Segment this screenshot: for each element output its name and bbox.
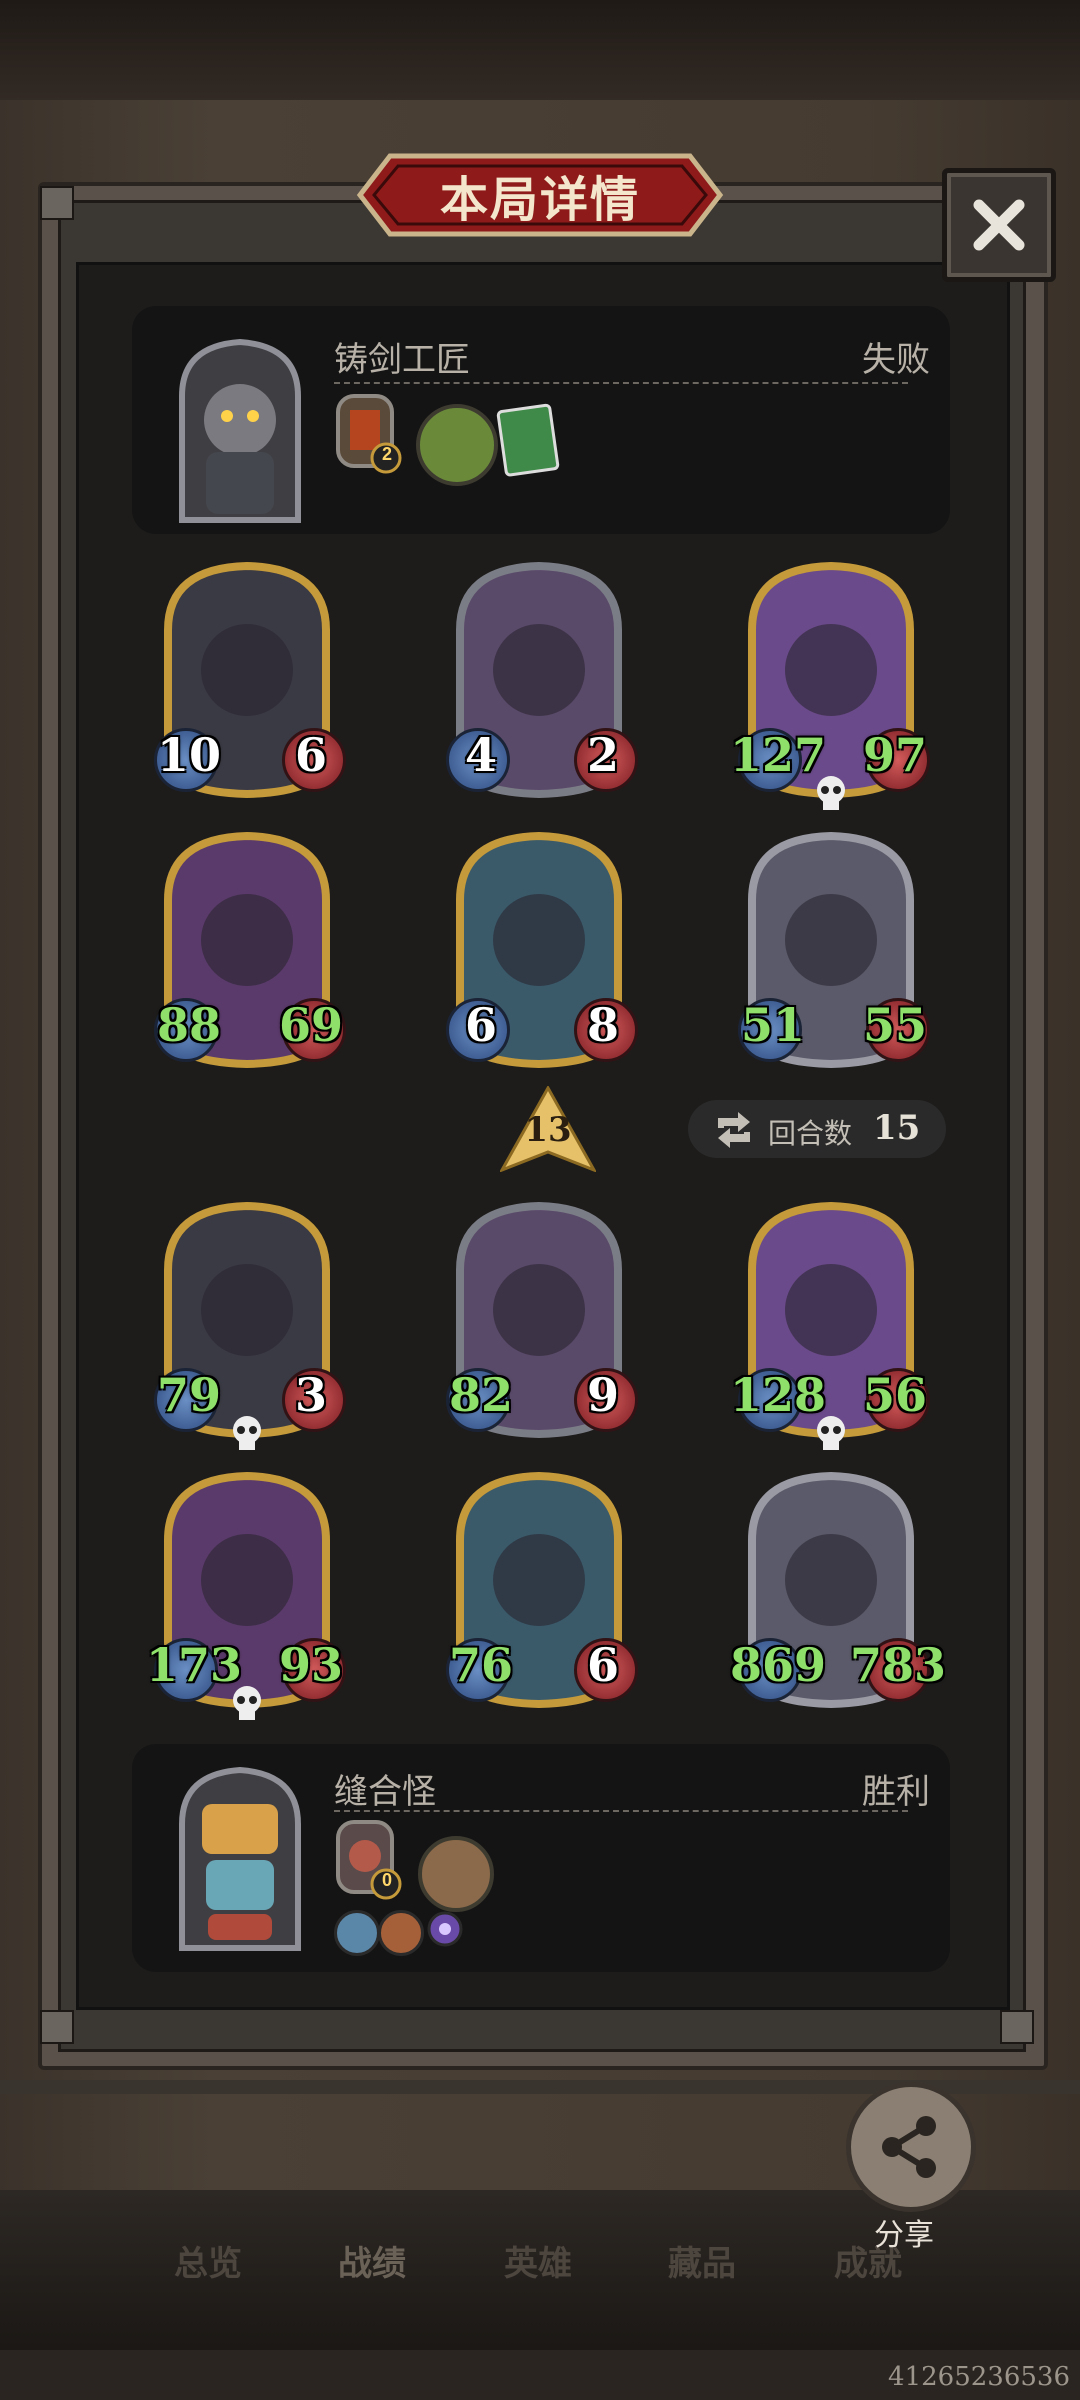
skull-icon — [811, 1414, 851, 1454]
close-button[interactable] — [942, 168, 1056, 282]
page-title: 本局详情 — [439, 174, 640, 227]
health-value: 55 — [862, 998, 927, 1052]
health-value: 6 — [294, 728, 327, 782]
health-value: 93 — [278, 1638, 343, 1692]
health-value: 2 — [586, 728, 619, 782]
badge-count: 0 — [381, 1870, 392, 1890]
corner-bolt — [40, 2010, 74, 2044]
refresh-icon — [718, 1112, 750, 1148]
minion-card[interactable]: 128 56 — [730, 1200, 930, 1450]
nav-item-overview[interactable]: 总览 — [174, 2236, 242, 2285]
hero-power-icon[interactable]: 2 — [334, 392, 404, 474]
shield-icon[interactable] — [378, 1910, 424, 1956]
health-value: 9 — [586, 1368, 619, 1422]
health-value: 56 — [862, 1368, 927, 1422]
trinket-icon[interactable] — [416, 404, 498, 486]
skull-icon — [811, 774, 851, 814]
book-icon[interactable] — [494, 400, 564, 480]
attack-value: 128 — [730, 1368, 827, 1422]
health-value: 783 — [850, 1638, 947, 1692]
corner-bolt — [1000, 2010, 1034, 2044]
nav-item-records[interactable]: 战绩 — [338, 2236, 406, 2285]
attack-value: 79 — [156, 1368, 221, 1422]
health-value: 6 — [586, 1638, 619, 1692]
minion-card[interactable]: 869 783 — [730, 1470, 946, 1708]
damage-value: 13 — [524, 1110, 572, 1150]
minion-card[interactable]: 88 69 — [154, 830, 346, 1068]
skull-icon — [227, 1684, 267, 1724]
attack-value: 127 — [730, 728, 827, 782]
attack-value: 76 — [448, 1638, 513, 1692]
attack-value: 4 — [464, 728, 497, 782]
health-value: 8 — [586, 998, 619, 1052]
minion-card[interactable]: 82 9 — [446, 1200, 638, 1438]
watermark-id: 41265236536 — [888, 2362, 1070, 2392]
attack-value: 10 — [156, 728, 221, 782]
round-counter: 回合数 15 — [688, 1100, 946, 1158]
divider — [334, 382, 908, 384]
skull-icon — [227, 1414, 267, 1454]
nav-item-heroes[interactable]: 英雄 — [504, 2236, 572, 2285]
health-value: 97 — [862, 728, 927, 782]
minion-card[interactable]: 173 93 — [146, 1470, 346, 1720]
damage-indicator: 13 — [498, 1084, 598, 1173]
close-icon — [973, 199, 1025, 251]
share-icon — [882, 2116, 936, 2178]
match-result: 胜利 — [862, 1773, 930, 1811]
player-name: 缝合怪 — [334, 1773, 436, 1811]
share-label: 分享 — [874, 2219, 934, 2252]
minion-card[interactable]: 79 3 — [154, 1200, 346, 1450]
minion-card[interactable]: 68 — [446, 830, 638, 1068]
minion-card[interactable]: 76 6 — [446, 1470, 638, 1708]
trinket-icon[interactable] — [418, 1836, 494, 1912]
attack-value: 6 — [464, 998, 497, 1052]
share-button[interactable] — [846, 2082, 976, 2212]
hero-power-icon[interactable]: 0 — [334, 1818, 404, 1900]
corner-bolt — [40, 186, 74, 220]
attack-value: 82 — [448, 1368, 513, 1422]
title-plaque: 本局详情 — [340, 152, 740, 238]
attack-value: 88 — [156, 998, 221, 1052]
minion-card[interactable]: 42 — [446, 560, 638, 798]
minion-card[interactable]: 127 97 — [730, 560, 930, 810]
attack-value: 51 — [740, 998, 805, 1052]
round-value: 15 — [873, 1108, 921, 1148]
gear-icon[interactable] — [424, 1908, 466, 1950]
player-name: 铸剑工匠 — [334, 341, 470, 379]
avatar[interactable] — [170, 1764, 310, 1954]
match-result: 失败 — [862, 341, 930, 379]
health-value: 69 — [278, 998, 343, 1052]
sword-icon[interactable] — [334, 1910, 380, 1956]
round-label: 回合数 — [768, 1118, 853, 1149]
badge-count: 2 — [381, 444, 392, 464]
attack-value: 869 — [730, 1638, 827, 1692]
attack-value: 173 — [146, 1638, 243, 1692]
health-value: 3 — [294, 1368, 327, 1422]
minion-card[interactable]: 51 55 — [738, 830, 930, 1068]
divider — [334, 1810, 908, 1812]
avatar[interactable] — [170, 336, 310, 526]
nav-item-collection[interactable]: 藏品 — [668, 2236, 736, 2285]
minion-card[interactable]: 10 6 — [154, 560, 346, 798]
